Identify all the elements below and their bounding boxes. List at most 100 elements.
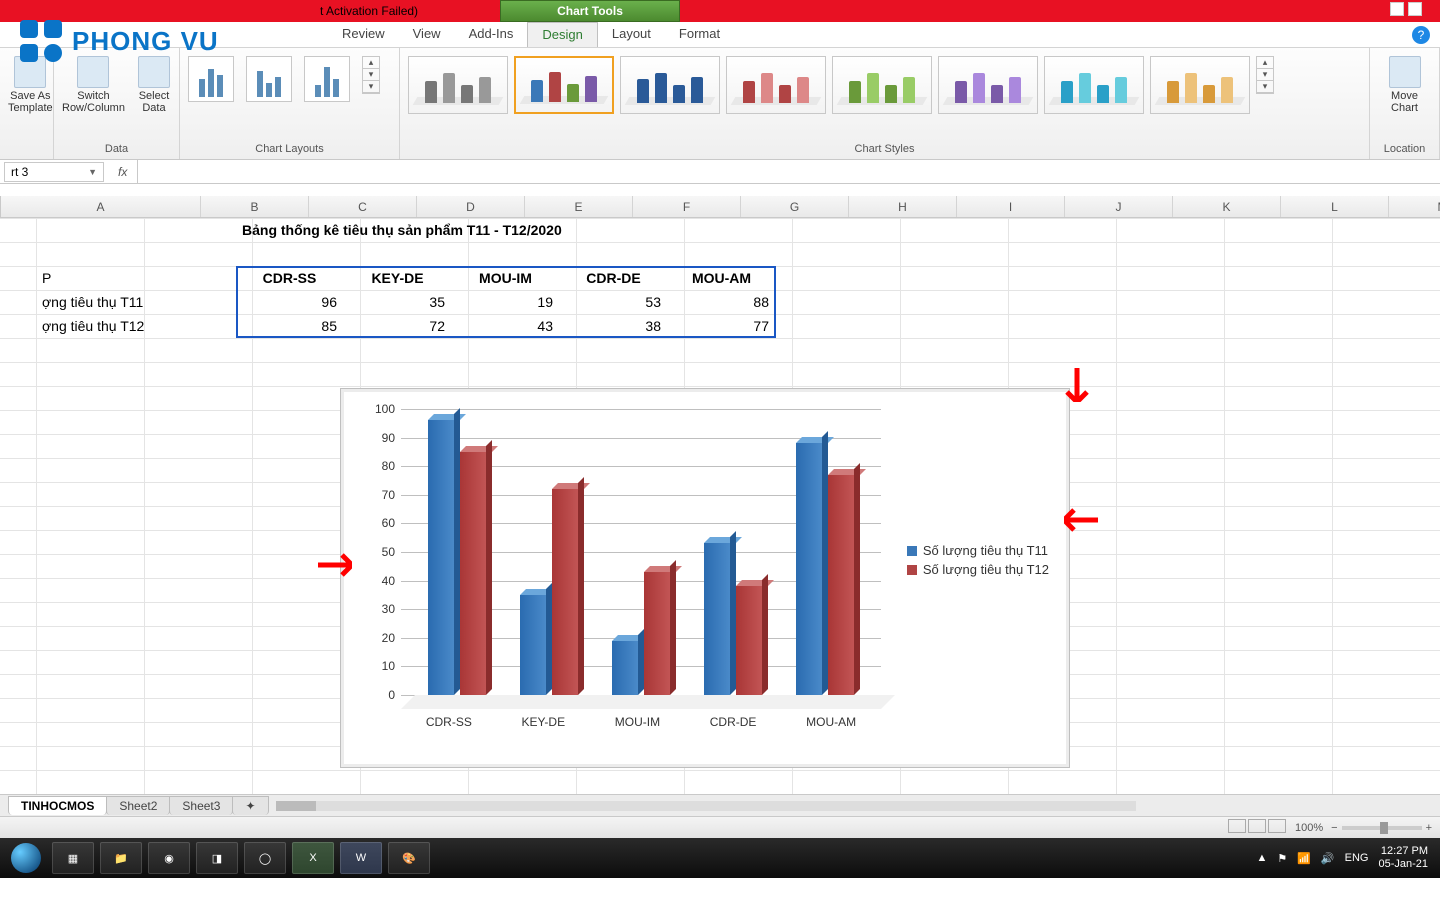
- tray-flag-icon[interactable]: ⚑: [1277, 852, 1287, 865]
- taskbar-app-1[interactable]: ▦: [52, 842, 94, 874]
- col-M[interactable]: M: [1389, 196, 1440, 217]
- zoom-slider[interactable]: −+: [1331, 822, 1432, 834]
- formula-input[interactable]: [137, 160, 1440, 183]
- col-A[interactable]: A: [1, 196, 201, 217]
- bar-t12[interactable]: [644, 572, 670, 695]
- bar-group[interactable]: [704, 543, 762, 695]
- tray-language[interactable]: ENG: [1345, 852, 1369, 864]
- fx-label[interactable]: fx: [108, 165, 137, 179]
- help-icon[interactable]: ?: [1412, 26, 1430, 44]
- col-G[interactable]: G: [741, 196, 849, 217]
- bar-t12[interactable]: [736, 586, 762, 695]
- legend-item-s1[interactable]: Số lượng tiêu thụ T11: [907, 543, 1049, 558]
- tray-volume-icon[interactable]: 🔊: [1321, 852, 1335, 865]
- chart-style-4[interactable]: [726, 56, 826, 114]
- bar-t12[interactable]: [552, 489, 578, 695]
- taskbar-app-3[interactable]: ◨: [196, 842, 238, 874]
- chart-style-6[interactable]: [938, 56, 1038, 114]
- scrollbar-thumb[interactable]: [276, 801, 316, 811]
- chart-style-3[interactable]: [620, 56, 720, 114]
- col-F[interactable]: F: [633, 196, 741, 217]
- y-tick: 20: [382, 631, 395, 645]
- chart-style-1[interactable]: [408, 56, 508, 114]
- horizontal-scrollbar[interactable]: [276, 801, 1136, 811]
- chart-bars: [401, 409, 881, 695]
- col-E[interactable]: E: [525, 196, 633, 217]
- tab-review[interactable]: Review: [328, 22, 399, 47]
- tab-addins[interactable]: Add-Ins: [455, 22, 528, 47]
- taskbar-app-explorer[interactable]: 📁: [100, 842, 142, 874]
- taskbar-app-paint[interactable]: 🎨: [388, 842, 430, 874]
- row-header-product: P: [36, 266, 236, 290]
- chart-layout-2[interactable]: [246, 56, 292, 102]
- tray-clock[interactable]: 12:27 PM 05-Jan-21: [1378, 845, 1428, 871]
- start-button[interactable]: [6, 838, 46, 878]
- move-chart-button[interactable]: Move Chart: [1378, 56, 1431, 114]
- taskbar-app-excel[interactable]: X: [292, 842, 334, 874]
- chart-style-8[interactable]: [1150, 56, 1250, 114]
- ribbon-group-type-label: [8, 153, 45, 157]
- col-I[interactable]: I: [957, 196, 1065, 217]
- bar-group[interactable]: [428, 420, 486, 695]
- embedded-chart[interactable]: 0102030405060708090100 CDR-SSKEY-DEMOU-I…: [340, 388, 1070, 768]
- sheet-tab-new[interactable]: ✦: [232, 796, 268, 815]
- select-data-button[interactable]: Select Data: [137, 56, 171, 114]
- sheet-tab-1[interactable]: TINHOCMOS: [8, 796, 107, 815]
- tab-format[interactable]: Format: [665, 22, 734, 47]
- tab-layout[interactable]: Layout: [598, 22, 665, 47]
- x-label: CDR-SS: [426, 715, 472, 729]
- bar-t11[interactable]: [428, 420, 454, 695]
- chart-style-7[interactable]: [1044, 56, 1144, 114]
- chevron-down-icon[interactable]: ▼: [88, 167, 97, 177]
- chart-style-2[interactable]: [514, 56, 614, 114]
- chart-style-5[interactable]: [832, 56, 932, 114]
- bar-t11[interactable]: [612, 641, 638, 695]
- bar-group[interactable]: [796, 443, 854, 695]
- tab-view[interactable]: View: [399, 22, 455, 47]
- tray-up-icon[interactable]: ▲: [1256, 852, 1267, 864]
- col-D[interactable]: D: [417, 196, 525, 217]
- clock-date: 05-Jan-21: [1378, 858, 1428, 871]
- name-box[interactable]: rt 3▼: [4, 162, 104, 182]
- minimize-button[interactable]: [1390, 2, 1404, 16]
- legend-item-s2[interactable]: Số lượng tiêu thụ T12: [907, 562, 1049, 577]
- sheet-tab-2[interactable]: Sheet2: [106, 796, 170, 815]
- chart-plot-area[interactable]: 0102030405060708090100: [401, 409, 881, 709]
- y-tick: 60: [382, 516, 395, 530]
- windows-taskbar: ▦ 📁 ◉ ◨ ◯ X W 🎨 ▲ ⚑ 📶 🔊 ENG 12:27 PM 05-…: [0, 838, 1440, 878]
- col-H[interactable]: H: [849, 196, 957, 217]
- chart-style-more[interactable]: ▴▾▾: [1256, 56, 1274, 94]
- chart-layout-3[interactable]: [304, 56, 350, 102]
- taskbar-app-2[interactable]: ◉: [148, 842, 190, 874]
- zoom-out-icon[interactable]: −: [1331, 822, 1337, 834]
- col-C[interactable]: C: [309, 196, 417, 217]
- bar-group[interactable]: [612, 572, 670, 695]
- bar-t12[interactable]: [460, 452, 486, 695]
- bar-t11[interactable]: [796, 443, 822, 695]
- switch-row-column-button[interactable]: Switch Row/Column: [62, 56, 125, 114]
- chart-legend[interactable]: Số lượng tiêu thụ T11 Số lượng tiêu thụ …: [907, 539, 1049, 581]
- col-B[interactable]: B: [201, 196, 309, 217]
- sheet-tab-3[interactable]: Sheet3: [169, 796, 233, 815]
- chart-layout-1[interactable]: [188, 56, 234, 102]
- taskbar-app-chrome[interactable]: ◯: [244, 842, 286, 874]
- tray-network-icon[interactable]: 📶: [1297, 852, 1311, 865]
- tab-design[interactable]: Design: [527, 22, 597, 47]
- window-controls: [1390, 2, 1430, 18]
- taskbar-app-word[interactable]: W: [340, 842, 382, 874]
- worksheet-area[interactable]: Bảng thống kê tiêu thụ sản phẩm T11 - T1…: [0, 218, 1440, 794]
- bar-t11[interactable]: [704, 543, 730, 695]
- view-buttons[interactable]: [1227, 819, 1287, 836]
- bar-group[interactable]: [520, 489, 578, 695]
- chart-layout-more[interactable]: ▴▾▾: [362, 56, 380, 94]
- bar-t12[interactable]: [828, 475, 854, 695]
- zoom-value: 100%: [1295, 822, 1323, 834]
- formula-bar: rt 3▼ fx: [0, 160, 1440, 184]
- maximize-button[interactable]: [1408, 2, 1422, 16]
- col-K[interactable]: K: [1173, 196, 1281, 217]
- col-J[interactable]: J: [1065, 196, 1173, 217]
- zoom-in-icon[interactable]: +: [1426, 822, 1432, 834]
- bar-t11[interactable]: [520, 595, 546, 695]
- save-as-template-button[interactable]: Save As Template: [8, 56, 53, 114]
- col-L[interactable]: L: [1281, 196, 1389, 217]
